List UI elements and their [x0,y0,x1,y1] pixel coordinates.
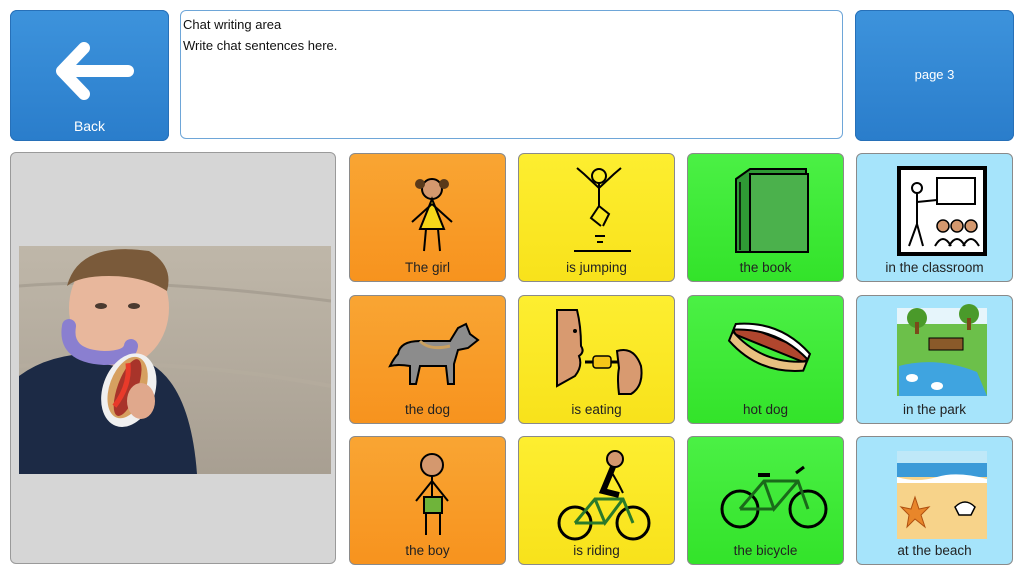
tile-label: the bicycle [733,543,798,558]
tile-label: is eating [571,402,622,417]
tile-is-jumping[interactable]: is jumping [518,153,675,282]
hotdog-icon [727,322,812,372]
riding-icon [557,450,651,541]
tile-label: is jumping [566,260,627,275]
photo-boy-eating-hotdog [19,246,331,474]
tile-the-girl[interactable]: The girl [349,153,506,282]
tile-label: is riding [573,543,620,558]
tile-label: the dog [404,402,451,417]
back-label: Back [73,118,106,134]
tile-in-the-park[interactable]: in the park [856,295,1013,424]
page-button[interactable]: page 3 [855,10,1014,141]
page-label: page 3 [914,67,955,82]
tile-label: hot dog [742,402,789,417]
tile-hot-dog[interactable]: hot dog [687,295,844,424]
tile-label: the boy [405,543,450,558]
chat-writing-area[interactable]: Chat writing area Write chat sentences h… [180,10,843,139]
park-icon [897,304,987,396]
tile-label: at the beach [897,543,972,558]
arrow-left-icon [56,42,134,100]
photo-panel [10,152,336,564]
tile-in-the-classroom[interactable]: in the classroom [856,153,1013,282]
girl-icon [411,178,453,252]
tile-at-the-beach[interactable]: at the beach [856,436,1013,565]
bicycle-icon [720,465,828,529]
jumping-icon [574,167,631,252]
tile-label: in the park [902,402,967,417]
tile-the-book[interactable]: the book [687,153,844,282]
dog-icon [388,322,480,385]
tile-the-boy[interactable]: the boy [349,436,506,565]
eating-icon [556,309,643,395]
tile-label: the book [739,260,792,275]
book-icon [735,168,809,253]
boy-icon [415,453,449,535]
tile-the-bicycle[interactable]: the bicycle [687,436,844,565]
tile-the-dog[interactable]: the dog [349,295,506,424]
tile-is-eating[interactable]: is eating [518,295,675,424]
classroom-icon [897,166,987,256]
chat-title: Chat writing area [183,17,282,32]
beach-icon [897,451,987,539]
tile-label: in the classroom [885,260,984,275]
tile-label: The girl [404,260,450,275]
chat-text: Write chat sentences here. [183,38,338,53]
tile-is-riding[interactable]: is riding [518,436,675,565]
back-button[interactable]: Back [10,10,169,141]
